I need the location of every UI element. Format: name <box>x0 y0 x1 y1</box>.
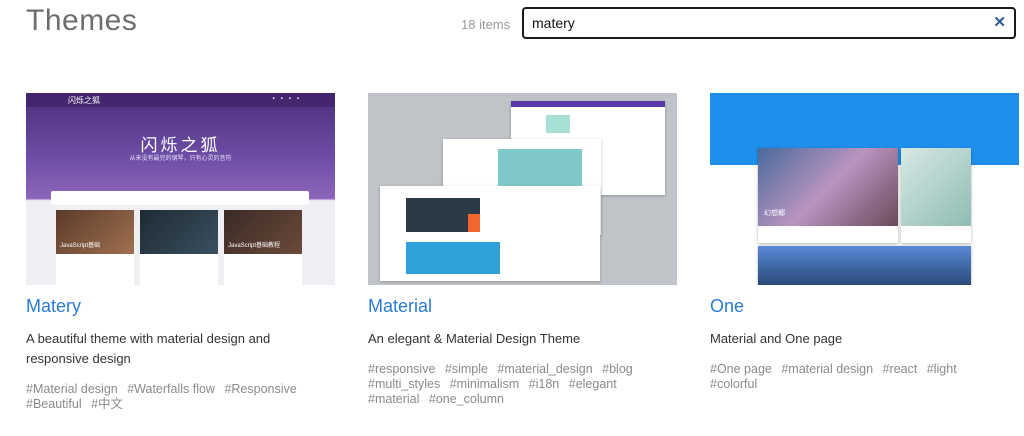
preview-post-caption: JavaScript基础教程 <box>228 243 281 249</box>
theme-tags: #Material design #Waterfalls flow #Respo… <box>26 382 331 412</box>
tag-link[interactable]: #react <box>883 362 918 376</box>
tag-link[interactable]: #elegant <box>569 377 617 391</box>
tag-link[interactable]: #Waterfalls flow <box>127 382 215 396</box>
tag-link[interactable]: #One page <box>710 362 772 376</box>
tag-link[interactable]: #light <box>927 362 957 376</box>
preview-logo: 闪烁之狐 <box>68 96 100 105</box>
tag-link[interactable]: #multi_styles <box>368 377 440 391</box>
theme-description: Material and One page <box>710 331 843 346</box>
page-title: Themes <box>26 4 138 37</box>
theme-description: A beautiful theme with material design a… <box>26 331 271 366</box>
theme-description: An elegant & Material Design Theme <box>368 331 581 346</box>
results-count: 18 items <box>461 17 511 32</box>
theme-screenshot[interactable]: 幻想郷 <box>710 93 1019 285</box>
preview-card: 幻想郷 <box>758 148 898 243</box>
tag-link[interactable]: #simple <box>445 362 488 376</box>
tag-link[interactable]: #material <box>368 392 419 406</box>
preview-post-caption: JavaScript基础 <box>60 243 101 249</box>
theme-card-one: 幻想郷 One Material and One page #One page … <box>710 93 1019 391</box>
theme-screenshot[interactable]: 闪烁之狐 ▪▪▪▪ 闪烁之狐 从来没有最完的钢琴，只有心灵的音符 JavaScr… <box>26 93 335 285</box>
preview-nav-links: ▪▪▪▪ <box>272 96 305 102</box>
tag-link[interactable]: #material design <box>781 362 873 376</box>
preview-post-card: JavaScript基础教程 <box>224 210 302 285</box>
preview-post-card: JavaScript基础 <box>56 210 134 285</box>
theme-tags: #One page #material design #react #light… <box>710 362 1015 392</box>
theme-tags: #responsive #simple #material_design #bl… <box>368 362 673 407</box>
preview-card-label: 幻想郷 <box>764 210 785 217</box>
close-icon[interactable]: ✕ <box>993 14 1006 32</box>
tag-link[interactable]: #minimalism <box>450 377 519 391</box>
tag-link[interactable]: #material_design <box>497 362 592 376</box>
tag-link[interactable]: #Beautiful <box>26 397 82 411</box>
tag-link[interactable]: #Responsive <box>224 382 296 396</box>
theme-title-link[interactable]: One <box>710 296 744 317</box>
preview-window <box>380 186 600 281</box>
preview-card <box>758 246 971 285</box>
tag-link[interactable]: #one_column <box>429 392 504 406</box>
tag-link[interactable]: #i18n <box>529 377 560 391</box>
tag-link[interactable]: #blog <box>602 362 633 376</box>
preview-card <box>901 148 971 243</box>
theme-title-link[interactable]: Matery <box>26 296 81 317</box>
tag-link[interactable]: #colorful <box>710 377 757 391</box>
preview-hero-subtitle: 从来没有最完的钢琴，只有心灵的音符 <box>129 156 232 162</box>
tag-link[interactable]: #responsive <box>368 362 435 376</box>
tag-link[interactable]: #Material design <box>26 382 118 396</box>
preview-post-card <box>140 210 218 285</box>
search-box[interactable]: ✕ <box>522 7 1016 39</box>
theme-card-material: Material An elegant & Material Design Th… <box>368 93 677 406</box>
theme-screenshot[interactable] <box>368 93 677 285</box>
theme-card-matery: 闪烁之狐 ▪▪▪▪ 闪烁之狐 从来没有最完的钢琴，只有心灵的音符 JavaScr… <box>26 93 335 411</box>
theme-title-link[interactable]: Material <box>368 296 432 317</box>
search-input[interactable] <box>532 13 972 33</box>
tag-link[interactable]: #中文 <box>91 397 123 411</box>
preview-notice <box>51 191 309 205</box>
